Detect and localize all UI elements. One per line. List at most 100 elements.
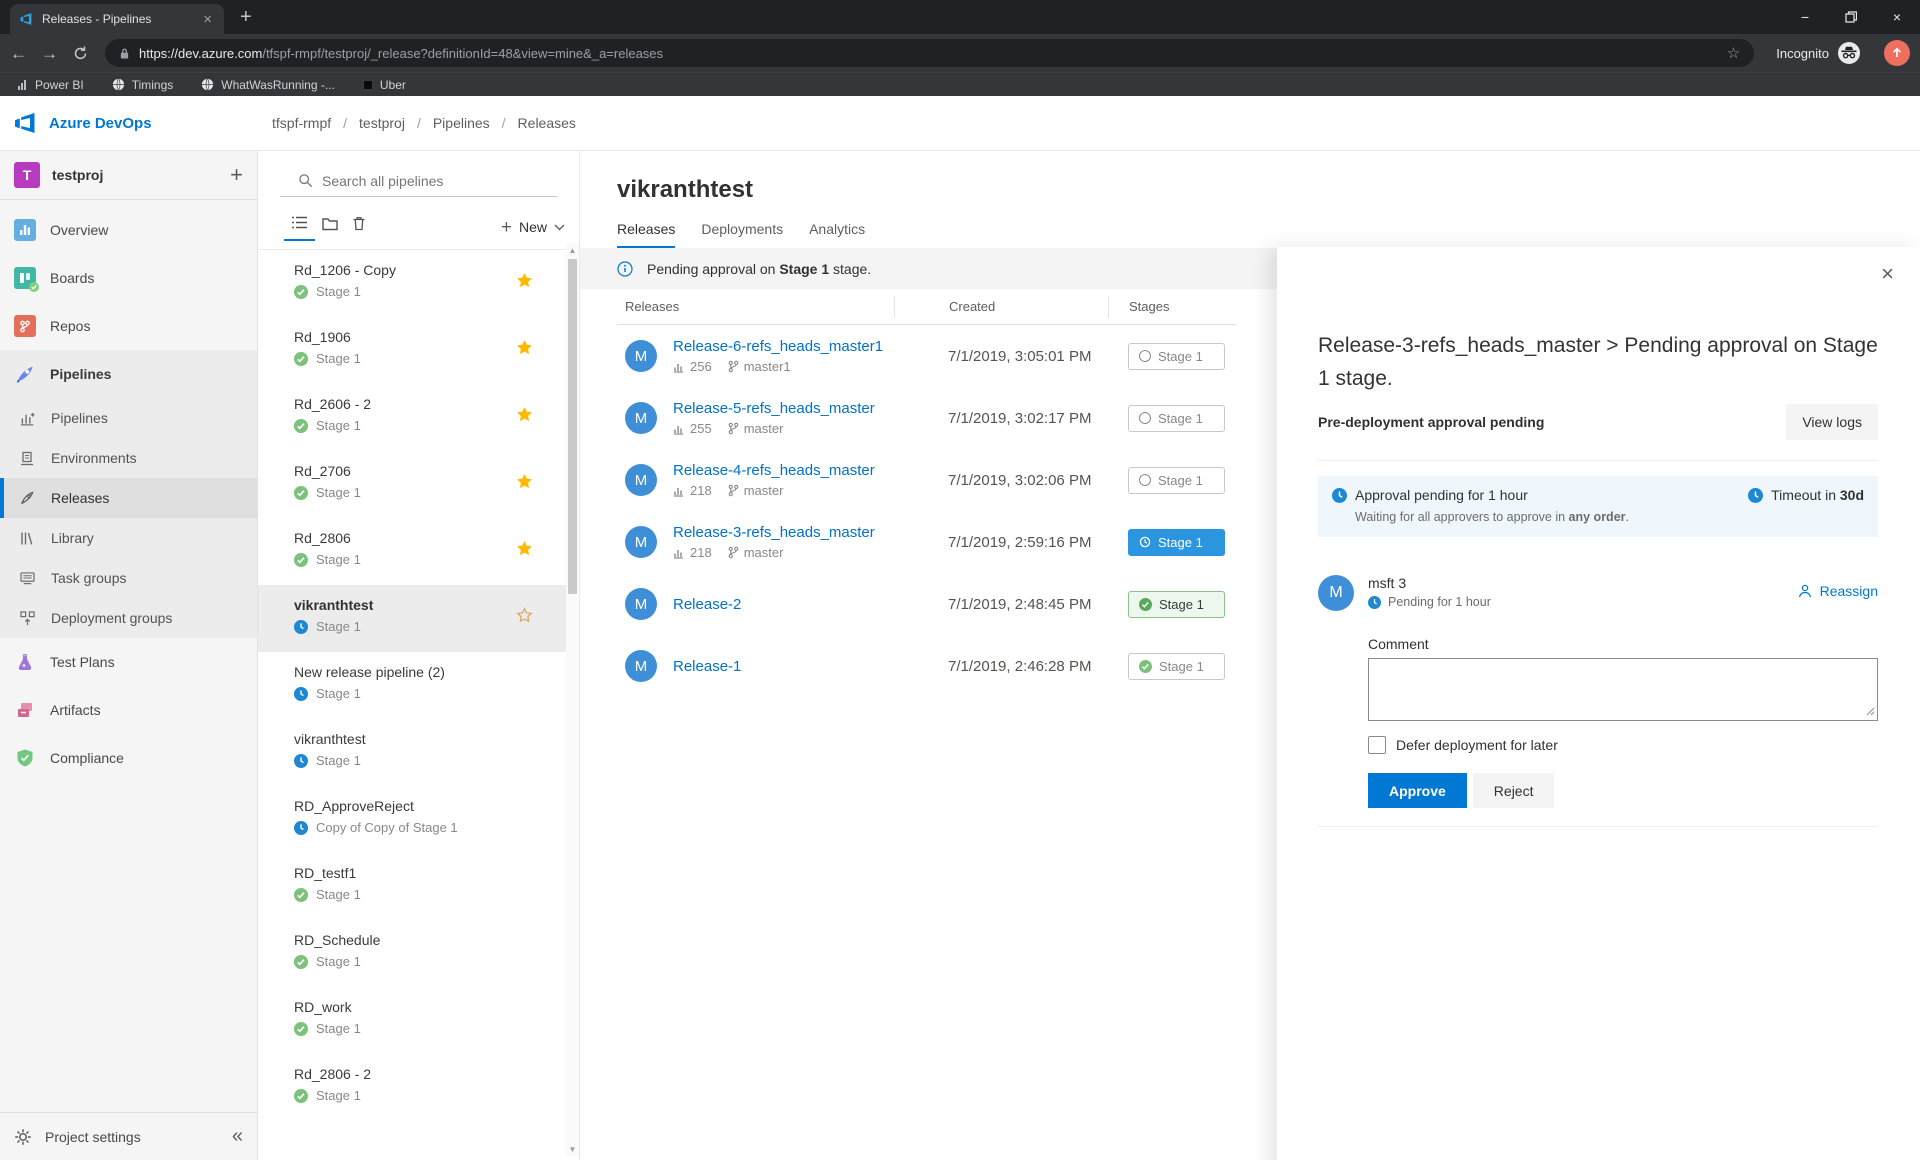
tab-releases[interactable]: Releases bbox=[617, 221, 676, 248]
window-close-button[interactable]: × bbox=[1874, 0, 1920, 34]
table-row[interactable]: M Release-2 7/1/2019, 2:48:45 PM Stage 1 bbox=[617, 573, 1237, 635]
reject-button[interactable]: Reject bbox=[1472, 773, 1555, 808]
bookmark-star-icon[interactable]: ☆ bbox=[1727, 44, 1740, 62]
add-project-button[interactable]: + bbox=[230, 164, 243, 186]
favorite-star-icon[interactable] bbox=[516, 272, 533, 289]
folder-view-button[interactable] bbox=[315, 215, 345, 240]
table-row[interactable]: M Release-6-refs_heads_master1 256 maste… bbox=[617, 325, 1237, 387]
favorite-star-icon[interactable] bbox=[516, 473, 533, 490]
sidebar-item-task-groups[interactable]: Task groups bbox=[0, 558, 257, 598]
tab-analytics[interactable]: Analytics bbox=[809, 221, 865, 248]
pipeline-row[interactable]: Rd_2806 - 2 Stage 1 bbox=[258, 1054, 579, 1121]
scrollbar[interactable]: ▲ ▼ bbox=[566, 243, 579, 1156]
breadcrumb-project[interactable]: testproj bbox=[359, 115, 405, 131]
pipeline-row[interactable]: RD_work Stage 1 bbox=[258, 987, 579, 1054]
search-input[interactable] bbox=[322, 172, 553, 189]
favorite-star-icon[interactable] bbox=[516, 339, 533, 356]
window-restore-button[interactable] bbox=[1828, 0, 1874, 34]
pipeline-row[interactable]: New release pipeline (2) Stage 1 bbox=[258, 652, 579, 719]
resize-grip-icon[interactable] bbox=[1866, 707, 1875, 716]
sidebar-item-pipelines[interactable]: Pipelines bbox=[0, 350, 257, 398]
test-plans-icon bbox=[14, 651, 36, 673]
forward-icon[interactable]: → bbox=[41, 45, 58, 62]
scroll-up-arrow[interactable]: ▲ bbox=[566, 243, 579, 257]
pipeline-row[interactable]: Rd_2706 Stage 1 bbox=[258, 451, 579, 518]
branch-icon bbox=[728, 484, 739, 497]
reload-icon[interactable] bbox=[72, 45, 89, 62]
new-tab-button[interactable]: + bbox=[240, 7, 252, 27]
pipeline-row[interactable]: Rd_1906 Stage 1 bbox=[258, 317, 579, 384]
project-settings[interactable]: Project settings « bbox=[0, 1112, 257, 1160]
bookmark-timings[interactable]: Timings bbox=[112, 78, 173, 92]
table-row[interactable]: M Release-3-refs_heads_master 218 master… bbox=[617, 511, 1237, 573]
breadcrumb-releases[interactable]: Releases bbox=[518, 115, 576, 131]
pipeline-row[interactable]: Rd_2806 Stage 1 bbox=[258, 518, 579, 585]
bookmark-uber[interactable]: Uber bbox=[362, 78, 406, 92]
project-switcher[interactable]: T testproj + bbox=[0, 151, 257, 199]
created-date: 7/1/2019, 3:02:06 PM bbox=[948, 471, 1092, 489]
tab-deployments[interactable]: Deployments bbox=[701, 221, 783, 248]
pipeline-row-selected[interactable]: vikranthtest Stage 1 bbox=[258, 585, 579, 652]
sidebar-item-compliance[interactable]: Compliance bbox=[0, 734, 257, 782]
reassign-button[interactable]: Reassign bbox=[1797, 583, 1878, 599]
breadcrumb-org[interactable]: tfspf-rmpf bbox=[272, 115, 331, 131]
sidebar-item-library[interactable]: Library bbox=[0, 518, 257, 558]
defer-checkbox[interactable] bbox=[1368, 736, 1386, 754]
breadcrumb-pipelines[interactable]: Pipelines bbox=[433, 115, 490, 131]
table-row[interactable]: M Release-5-refs_heads_master 255 master… bbox=[617, 387, 1237, 449]
pipeline-row[interactable]: vikranthtest Stage 1 bbox=[258, 719, 579, 786]
stage-badge-pending[interactable]: Stage 1 bbox=[1128, 404, 1225, 432]
stage-badge-in-progress[interactable]: Stage 1 bbox=[1128, 528, 1225, 556]
sidebar-item-boards[interactable]: Boards bbox=[0, 254, 257, 302]
table-row[interactable]: M Release-4-refs_heads_master 218 master… bbox=[617, 449, 1237, 511]
tab-close-icon[interactable]: × bbox=[201, 12, 214, 27]
release-link[interactable]: Release-6-refs_heads_master1 bbox=[673, 338, 883, 355]
view-logs-button[interactable]: View logs bbox=[1786, 404, 1878, 440]
sidebar-item-pipelines-sub[interactable]: Pipelines bbox=[0, 398, 257, 438]
bookmark-power-bi[interactable]: Power BI bbox=[16, 78, 84, 92]
pipeline-row[interactable]: RD_Schedule Stage 1 bbox=[258, 920, 579, 987]
list-view-button[interactable] bbox=[284, 213, 315, 241]
browser-profile-avatar[interactable] bbox=[1884, 40, 1910, 66]
comment-textarea[interactable] bbox=[1368, 658, 1878, 721]
table-row[interactable]: M Release-1 7/1/2019, 2:46:28 PM Stage 1 bbox=[617, 635, 1237, 697]
trash-button[interactable] bbox=[345, 214, 373, 240]
favorite-star-icon[interactable] bbox=[516, 540, 533, 557]
pipeline-row[interactable]: RD_testf1 Stage 1 bbox=[258, 853, 579, 920]
favorite-star-icon[interactable] bbox=[516, 406, 533, 423]
scroll-down-arrow[interactable]: ▼ bbox=[566, 1142, 579, 1156]
sidebar-item-artifacts[interactable]: Artifacts bbox=[0, 686, 257, 734]
window-minimize-button[interactable]: − bbox=[1782, 0, 1828, 34]
approve-button[interactable]: Approve bbox=[1368, 773, 1467, 808]
sidebar-item-overview[interactable]: Overview bbox=[0, 206, 257, 254]
release-link[interactable]: Release-1 bbox=[673, 658, 741, 675]
address-bar[interactable]: https://dev.azure.com/tfspf-rmpf/testpro… bbox=[105, 39, 1755, 67]
globe-icon bbox=[202, 78, 214, 91]
bookmark-whatwasrunning[interactable]: WhatWasRunning -... bbox=[201, 78, 335, 92]
stage-badge-pending[interactable]: Stage 1 bbox=[1128, 342, 1225, 370]
stage-badge-succeeded[interactable]: Stage 1 bbox=[1128, 590, 1225, 618]
release-link[interactable]: Release-4-refs_heads_master bbox=[673, 462, 875, 479]
sidebar-item-repos[interactable]: Repos bbox=[0, 302, 257, 350]
pipeline-row[interactable]: RD_ApproveReject Copy of Copy of Stage 1 bbox=[258, 786, 579, 853]
sidebar-item-releases[interactable]: Releases bbox=[0, 478, 257, 518]
back-icon[interactable]: ← bbox=[10, 45, 27, 62]
azure-devops-brand[interactable]: Azure DevOps bbox=[0, 111, 258, 135]
collapse-sidebar-icon[interactable]: « bbox=[232, 1125, 243, 1148]
pipeline-row[interactable]: Rd_2606 - 2 Stage 1 bbox=[258, 384, 579, 451]
release-link[interactable]: Release-2 bbox=[673, 596, 741, 613]
favorite-star-outline-icon[interactable] bbox=[516, 607, 533, 624]
release-link[interactable]: Release-3-refs_heads_master bbox=[673, 524, 875, 541]
sidebar-item-environments[interactable]: Environments bbox=[0, 438, 257, 478]
close-panel-icon[interactable]: × bbox=[1881, 263, 1894, 285]
browser-tab[interactable]: Releases - Pipelines × bbox=[10, 4, 224, 34]
sidebar-item-deployment-groups[interactable]: Deployment groups bbox=[0, 598, 257, 638]
stage-badge-pending[interactable]: Stage 1 bbox=[1128, 466, 1225, 494]
pipeline-row[interactable]: Rd_1206 - Copy Stage 1 bbox=[258, 250, 579, 317]
stage-badge-succeeded[interactable]: Stage 1 bbox=[1128, 652, 1225, 680]
sidebar-item-test-plans[interactable]: Test Plans bbox=[0, 638, 257, 686]
scrollbar-thumb[interactable] bbox=[568, 259, 577, 594]
new-pipeline-button[interactable]: + New bbox=[501, 218, 565, 237]
approver-avatar: M bbox=[1318, 575, 1354, 611]
release-link[interactable]: Release-5-refs_heads_master bbox=[673, 400, 875, 417]
